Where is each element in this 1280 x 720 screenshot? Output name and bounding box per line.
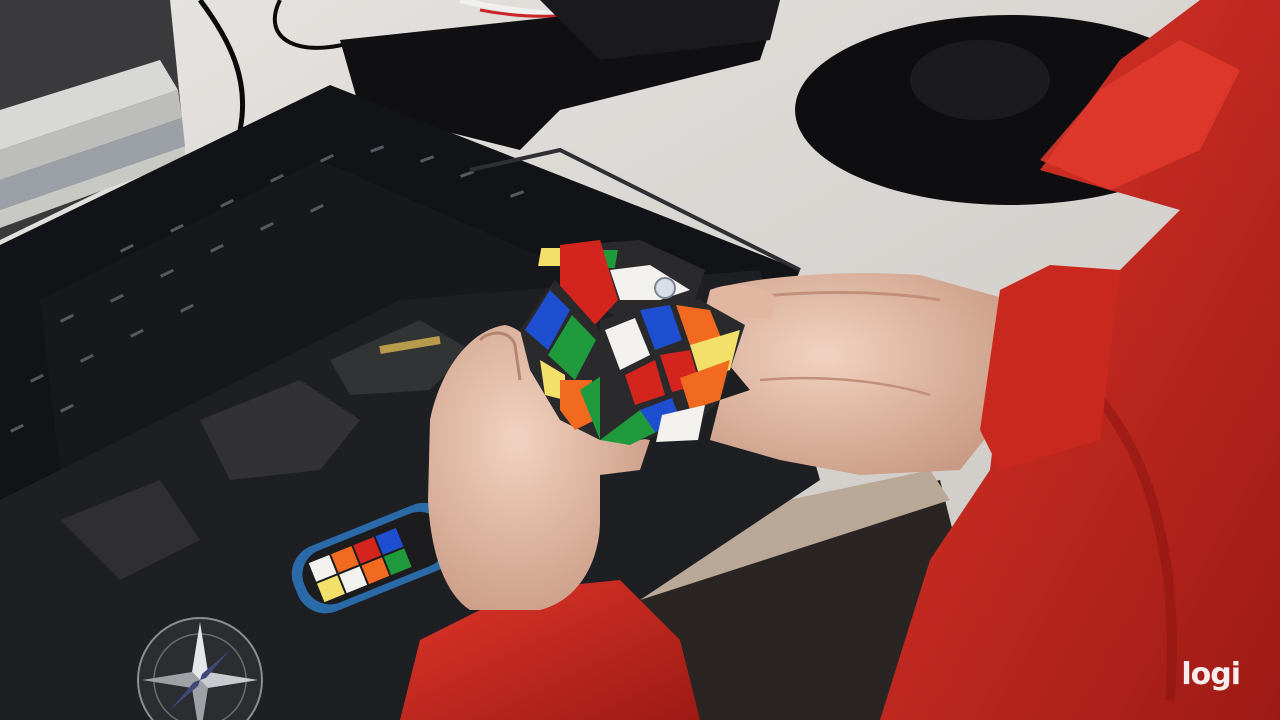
right-sleeve-cuff xyxy=(980,265,1120,470)
desk-scene xyxy=(0,0,1280,720)
webcam-frame: logi xyxy=(0,0,1280,720)
logitech-logo-mark: logi xyxy=(1181,657,1241,692)
